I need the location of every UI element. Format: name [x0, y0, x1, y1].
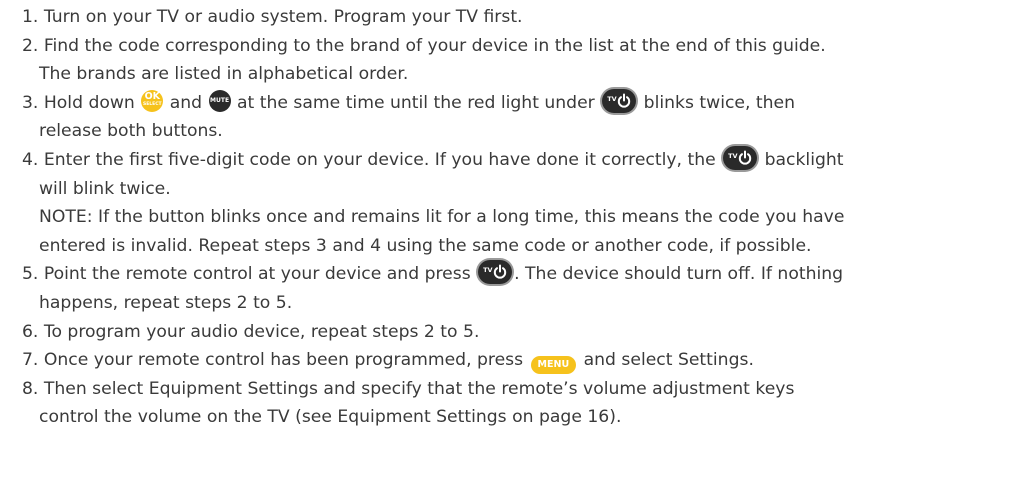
step-1: 1. Turn on your TV or audio system. Prog…: [22, 3, 1011, 32]
step-8-cont: control the volume on the TV (see Equipm…: [22, 403, 1011, 432]
step-3-text-b: and: [164, 92, 208, 113]
menu-label: MENU: [537, 359, 570, 371]
step-2-text-cont: The brands are listed in alphabetical or…: [39, 64, 409, 85]
step-5-text-b: . The device should turn off. If nothing: [514, 264, 844, 285]
mute-button-icon: MUTE: [208, 89, 231, 112]
step-8: 8. Then select Equipment Settings and sp…: [22, 375, 1011, 404]
step-6: 6. To program your audio device, repeat …: [22, 318, 1011, 347]
tv-power-button-icon: TV: [602, 88, 637, 113]
step-5-cont: happens, repeat steps 2 to 5.: [22, 289, 1011, 318]
ok-select-button-icon: OK SELECT: [141, 89, 164, 112]
instructions-page: 1. Turn on your TV or audio system. Prog…: [0, 0, 1011, 481]
step-3-text-d: blinks twice, then: [638, 92, 796, 113]
step-2-text: 2. Find the code corresponding to the br…: [22, 35, 826, 56]
step-5-text-a: 5. Point the remote control at your devi…: [22, 264, 477, 285]
ok-label: OK: [144, 90, 161, 102]
note-text-1: NOTE: If the button blinks once and rema…: [39, 207, 845, 228]
step-2-cont: The brands are listed in alphabetical or…: [22, 60, 1011, 89]
step-4-text-cont: will blink twice.: [39, 178, 171, 199]
menu-button-icon: MENU: [530, 356, 577, 375]
step-8-text-cont: control the volume on the TV (see Equipm…: [39, 407, 622, 428]
power-icon: [493, 264, 507, 279]
step-8-text: 8. Then select Equipment Settings and sp…: [22, 378, 795, 399]
step-4-text-b: backlight: [759, 149, 844, 170]
step-3-text-cont: release both buttons.: [39, 121, 223, 142]
step-7: 7. Once your remote control has been pro…: [22, 346, 1011, 375]
tv-power-button-icon: TV: [723, 145, 758, 170]
step-4-note-1: NOTE: If the button blinks once and rema…: [22, 203, 1011, 232]
power-icon: [738, 150, 752, 165]
tv-power-button-icon: TV: [478, 260, 513, 285]
select-label: SELECT: [142, 101, 162, 107]
power-icon: [618, 93, 631, 108]
step-4: 4. Enter the first five-digit code on yo…: [22, 145, 1011, 175]
step-3: 3. Hold down OK SELECT and MUTE at the sa…: [22, 88, 1011, 118]
step-1-text: 1. Turn on your TV or audio system. Prog…: [22, 7, 523, 27]
step-7-text-a: 7. Once your remote control has been pro…: [22, 350, 529, 371]
step-3-text-a: 3. Hold down: [22, 92, 141, 113]
step-6-text: 6. To program your audio device, repeat …: [22, 321, 480, 342]
note-text-2: entered is invalid. Repeat steps 3 and 4…: [39, 235, 812, 256]
step-7-text-b: and select Settings.: [578, 350, 754, 371]
step-4-cont: will blink twice.: [22, 175, 1011, 204]
step-2: 2. Find the code corresponding to the br…: [22, 32, 1011, 61]
mute-label: MUTE: [210, 96, 230, 104]
step-4-note-2: entered is invalid. Repeat steps 3 and 4…: [22, 232, 1011, 261]
step-4-text-a: 4. Enter the first five-digit code on yo…: [22, 149, 722, 170]
step-3-text-c: at the same time until the red light und…: [231, 92, 601, 113]
step-5-text-cont: happens, repeat steps 2 to 5.: [39, 292, 293, 313]
step-3-cont: release both buttons.: [22, 117, 1011, 146]
step-5: 5. Point the remote control at your devi…: [22, 260, 1011, 289]
